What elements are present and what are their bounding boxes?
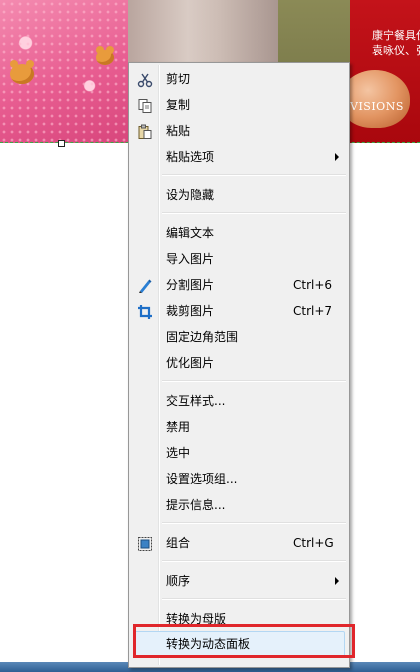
menu-item-label: 交互样式... — [166, 394, 226, 408]
submenu-arrow-icon — [335, 153, 339, 161]
menu-item-slice-image[interactable]: 分割图片 Ctrl+6 — [131, 272, 347, 298]
menu-item-label: 固定边角范围 — [166, 330, 239, 344]
menu-separator — [162, 560, 346, 562]
menu-item-paste-options[interactable]: 粘贴选项 — [131, 144, 347, 170]
bear-doll-image — [10, 60, 34, 84]
menu-separator — [162, 522, 346, 524]
ad-text: 康宁餐具仕 袁咏仪、张 — [372, 29, 420, 57]
crop-icon — [137, 303, 153, 319]
submenu-arrow-icon — [335, 577, 339, 585]
menu-item-crop-image[interactable]: 裁剪图片 Ctrl+7 — [131, 298, 347, 324]
menu-item-optimize-image[interactable]: 优化图片 — [131, 350, 347, 376]
menu-item-label: 导入图片 — [166, 252, 215, 266]
menu-item-tooltip[interactable]: 提示信息... — [131, 492, 347, 518]
group-icon — [137, 535, 153, 551]
menu-item-select[interactable]: 选中 — [131, 440, 347, 466]
menu-item-order[interactable]: 顺序 — [131, 568, 347, 594]
menu-item-edit-text[interactable]: 编辑文本 — [131, 220, 347, 246]
menu-item-label: 提示信息... — [166, 498, 226, 512]
bear-doll-image — [96, 46, 114, 65]
menu-item-label: 设置选项组... — [166, 472, 238, 486]
annotation-highlight-box — [133, 624, 355, 658]
scissors-icon — [137, 71, 153, 88]
menu-item-copy[interactable]: 复制 — [131, 92, 347, 118]
menu-item-label: 粘贴选项 — [166, 150, 215, 164]
copy-icon — [137, 97, 153, 113]
resize-handle[interactable] — [58, 140, 65, 147]
menu-item-shortcut: Ctrl+6 — [293, 278, 333, 292]
paste-icon — [137, 123, 153, 139]
menu-item-shortcut: Ctrl+7 — [293, 304, 333, 318]
menu-item-group[interactable]: 组合 Ctrl+G — [131, 530, 347, 556]
menu-separator — [162, 212, 346, 214]
menu-item-interaction-style[interactable]: 交互样式... — [131, 388, 347, 414]
glass-pot-image — [340, 70, 410, 128]
menu-item-label: 优化图片 — [166, 356, 215, 370]
menu-item-label: 裁剪图片 — [166, 304, 215, 318]
visions-logo: VISIONS — [350, 100, 404, 113]
menu-item-cut[interactable]: 剪切 — [131, 66, 347, 92]
menu-item-label: 顺序 — [166, 574, 191, 588]
menu-item-label: 分割图片 — [166, 278, 215, 292]
menu-item-set-option-group[interactable]: 设置选项组... — [131, 466, 347, 492]
menu-item-label: 设为隐藏 — [166, 188, 215, 202]
menu-item-shortcut: Ctrl+G — [293, 536, 334, 550]
menu-separator — [162, 174, 346, 176]
menu-item-label: 剪切 — [166, 72, 191, 86]
menu-item-set-hidden[interactable]: 设为隐藏 — [131, 182, 347, 208]
menu-separator — [162, 598, 346, 600]
menu-item-label: 粘贴 — [166, 124, 191, 138]
slice-pen-icon — [137, 277, 153, 293]
context-menu: 剪切 复制 粘贴 粘贴选项 设为隐藏 编辑文本 导入图片 分割图片 Ctrl+6 — [128, 62, 350, 668]
menu-item-fix-corner-range[interactable]: 固定边角范围 — [131, 324, 347, 350]
menu-item-paste[interactable]: 粘贴 — [131, 118, 347, 144]
menu-item-label: 编辑文本 — [166, 226, 215, 240]
menu-item-label: 复制 — [166, 98, 191, 112]
menu-item-label: 选中 — [166, 446, 191, 460]
menu-item-import-image[interactable]: 导入图片 — [131, 246, 347, 272]
menu-separator — [162, 380, 346, 382]
menu-item-label: 禁用 — [166, 420, 191, 434]
menu-item-label: 组合 — [166, 536, 191, 550]
menu-item-disable[interactable]: 禁用 — [131, 414, 347, 440]
